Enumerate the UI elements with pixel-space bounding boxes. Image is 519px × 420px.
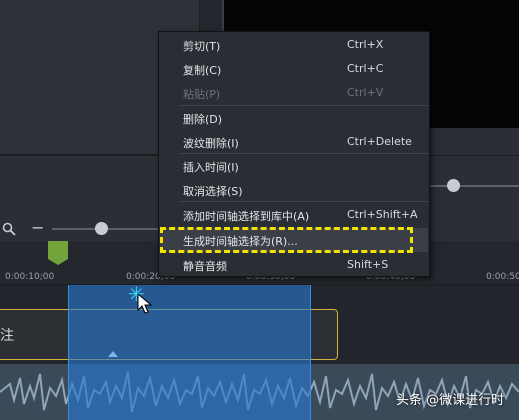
volume-slider-track[interactable] [430,185,519,187]
menu-item-delete[interactable]: 删除(D) [183,111,222,127]
menu-item-ripple-delete[interactable]: 波纹删除(I) [183,135,239,151]
menu-item-add-to-library[interactable]: 添加时间轴选择到库中(A) [183,208,309,224]
menu-shortcut: Ctrl+V [347,86,384,99]
menu-shortcut: Shift+S [347,258,389,271]
menu-shortcut: Ctrl+Shift+A [347,208,418,221]
volume-slider-knob[interactable] [447,179,460,192]
menu-item-cut[interactable]: 剪切(T) [183,38,220,54]
highlight-annotation-box [160,227,413,253]
selection-handle[interactable] [108,351,118,357]
watermark: 头条 @微课进行时 [396,393,505,408]
menu-separator [179,201,429,202]
timeline-selection[interactable] [68,285,311,420]
tick-label: 0:00:50 [486,272,519,282]
mouse-pointer-icon [137,292,153,315]
search-icon[interactable] [2,222,16,236]
playhead-marker[interactable] [48,241,68,259]
menu-shortcut: Ctrl+C [347,62,384,75]
menu-separator [179,153,429,154]
zoom-slider-knob[interactable] [95,222,108,235]
annotation-clip-label: 注 [0,328,14,344]
menu-item-deselect[interactable]: 取消选择(S) [183,183,243,199]
menu-item-paste[interactable]: 粘贴(P) [183,86,220,102]
zoom-out-icon[interactable]: − [31,220,44,236]
playhead-tip [48,259,68,265]
menu-shortcut: Ctrl+X [347,38,384,51]
tick-label: 0:00:10;00 [5,272,55,282]
menu-item-copy[interactable]: 复制(C) [183,62,221,78]
menu-separator [179,105,429,106]
menu-item-insert-time[interactable]: 插入时间(I) [183,159,239,175]
menu-shortcut: Ctrl+Delete [347,135,412,148]
menu-item-mute-audio[interactable]: 静音音频 [183,258,227,274]
